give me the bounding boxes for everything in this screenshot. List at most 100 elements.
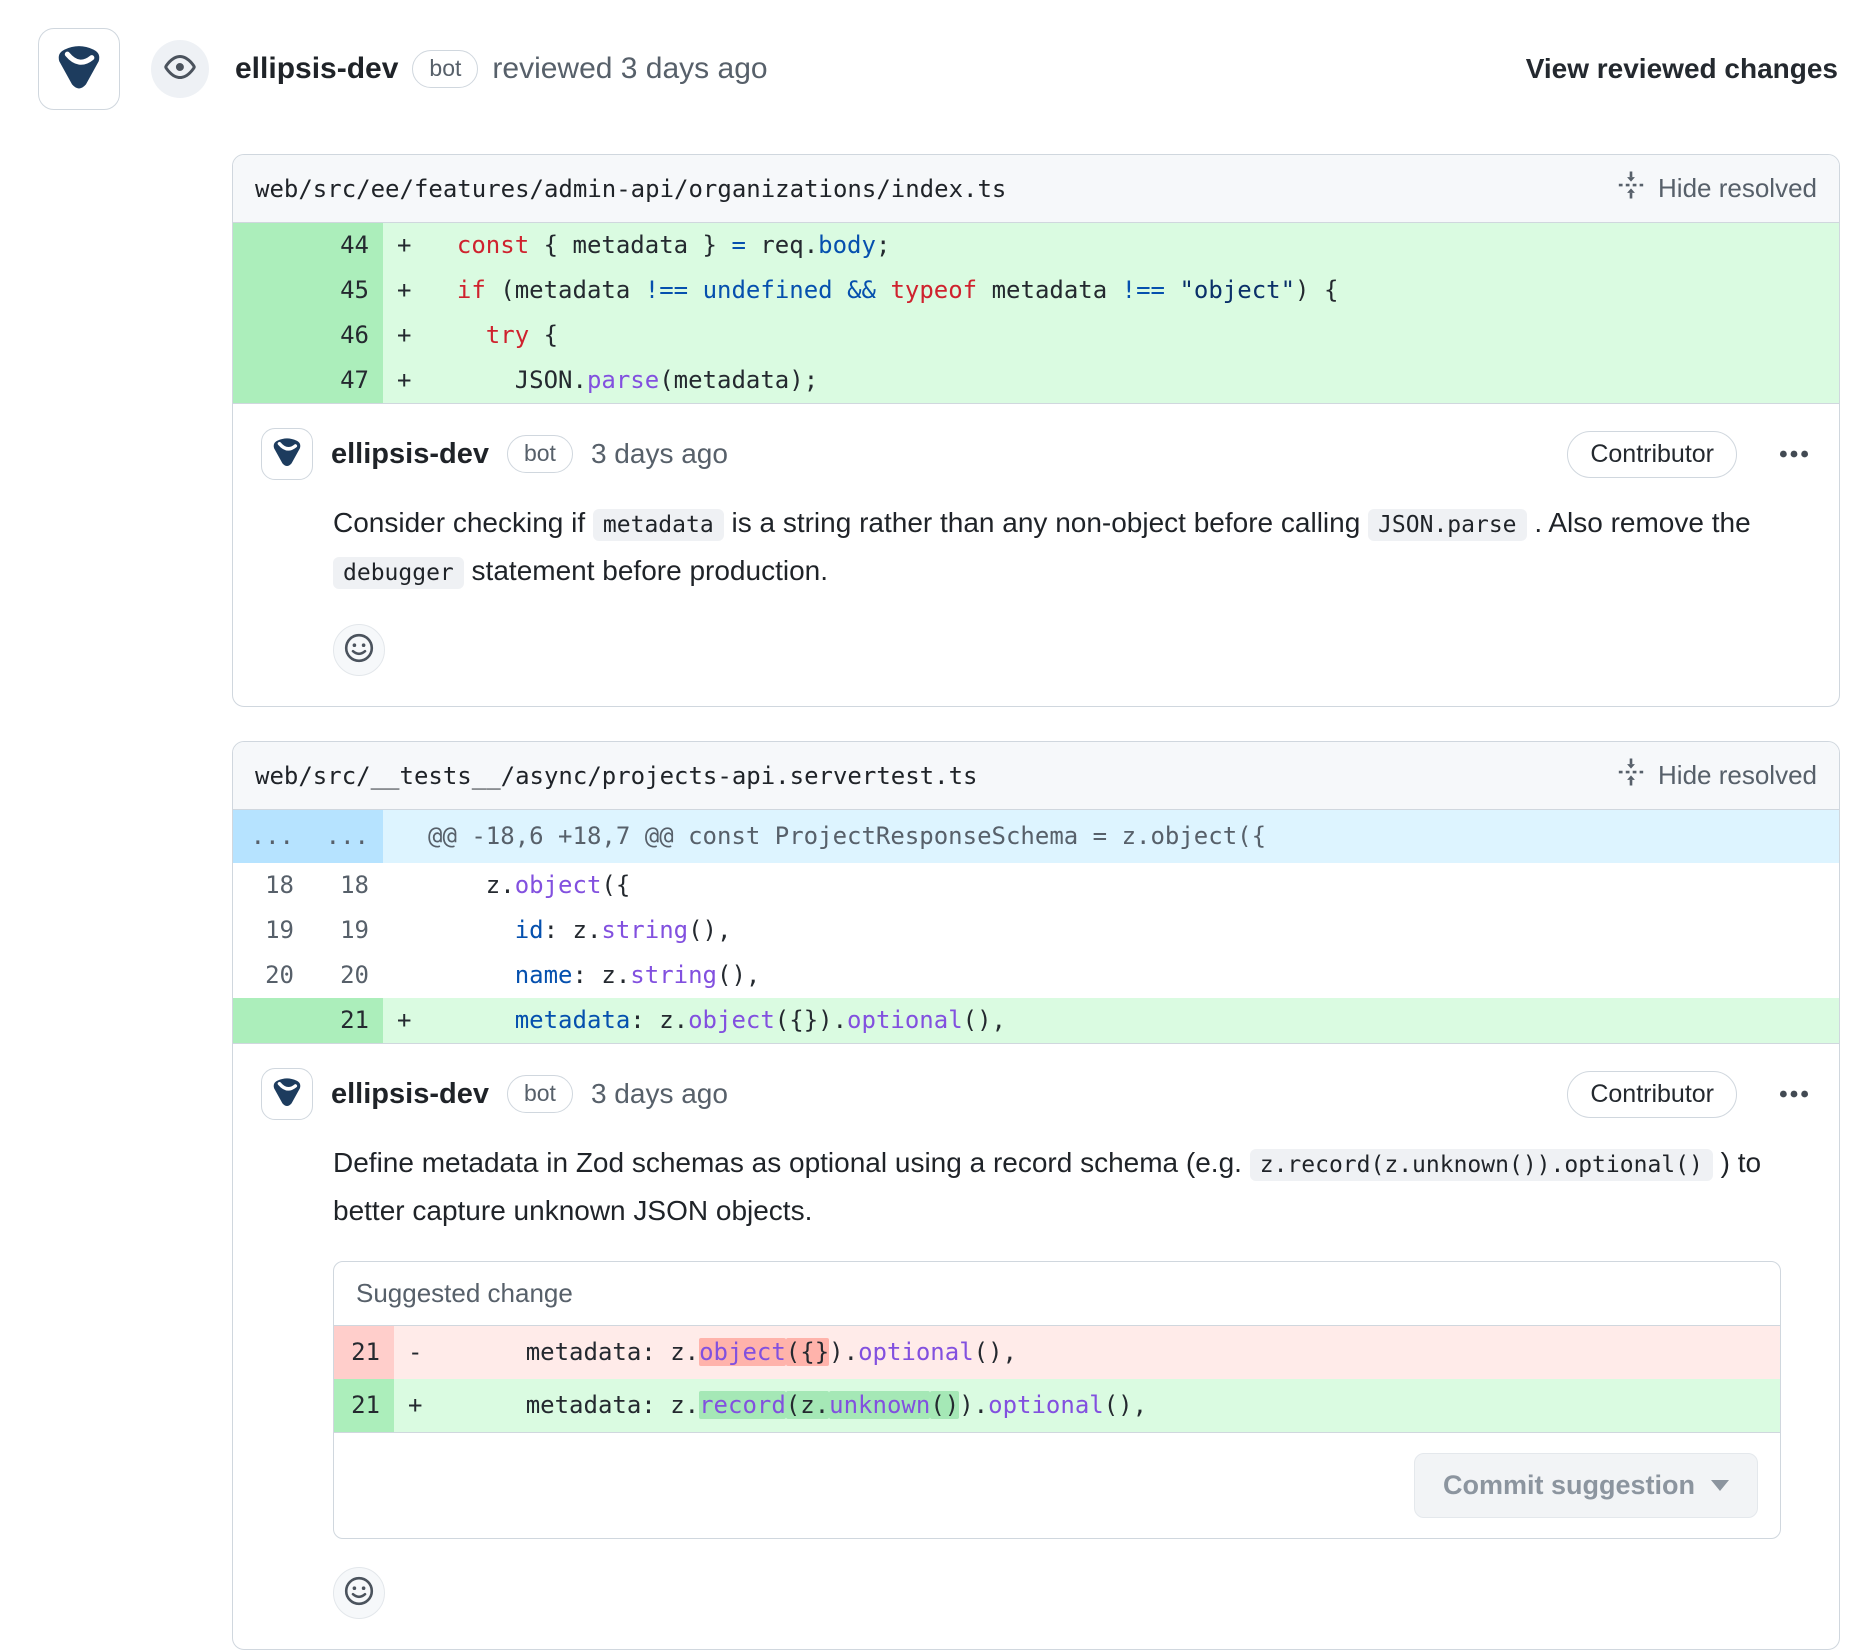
new-line-number: 44 <box>308 223 383 268</box>
ellipsis-logo-icon <box>268 1073 306 1116</box>
review-comment-card: web/src/__tests__/async/projects-api.ser… <box>232 741 1840 1650</box>
new-line-number: 21 <box>308 998 383 1043</box>
old-line-number: 19 <box>233 908 308 953</box>
file-path-link[interactable]: web/src/__tests__/async/projects-api.ser… <box>255 762 977 790</box>
hunk-header-line: ... ... @@ -18,6 +18,7 @@ const ProjectR… <box>233 810 1839 863</box>
diff-line: 45 + if (metadata !== undefined && typeo… <box>233 268 1839 313</box>
suggested-change-block: Suggested change 21 - metadata: z.object… <box>333 1261 1781 1539</box>
code-line: name: z.string(), <box>428 953 1839 998</box>
avatar[interactable] <box>261 428 313 480</box>
code-line: z.object({ <box>428 863 1839 908</box>
suggestion-diff: 21 - metadata: z.object({}).optional(), … <box>334 1326 1780 1432</box>
suggestion-deleted-line: 21 - metadata: z.object({}).optional(), <box>334 1326 1780 1379</box>
avatar[interactable] <box>261 1068 313 1120</box>
diff-marker <box>383 863 428 908</box>
diff-marker <box>383 810 428 863</box>
diff-block: ... ... @@ -18,6 +18,7 @@ const ProjectR… <box>233 810 1839 1043</box>
line-number: 21 <box>334 1379 394 1432</box>
hide-resolved-label: Hide resolved <box>1658 760 1817 791</box>
add-reaction-button[interactable] <box>333 624 385 676</box>
old-line-number <box>233 223 308 268</box>
code-line: const { metadata } = req.body; <box>428 223 1839 268</box>
new-line-number: 47 <box>308 358 383 403</box>
avatar[interactable] <box>38 28 120 110</box>
comment-timestamp[interactable]: 3 days ago <box>591 1078 728 1110</box>
diff-marker: + <box>383 313 428 358</box>
contributor-badge: Contributor <box>1567 431 1737 478</box>
diff-marker: + <box>383 998 428 1043</box>
diff-marker: + <box>383 223 428 268</box>
review-comment-card: web/src/ee/features/admin-api/organizati… <box>232 154 1840 707</box>
review-header: ellipsis-dev bot reviewed 3 days ago Vie… <box>0 0 1858 110</box>
fold-icon <box>1616 757 1646 794</box>
commit-suggestion-label: Commit suggestion <box>1443 1470 1695 1501</box>
comment-author[interactable]: ellipsis-dev <box>331 1078 489 1111</box>
review-title: ellipsis-dev bot reviewed 3 days ago <box>235 50 768 88</box>
diff-line: 47 + JSON.parse(metadata); <box>233 358 1839 403</box>
file-header: web/src/ee/features/admin-api/organizati… <box>233 155 1839 223</box>
suggestion-footer: Commit suggestion <box>334 1432 1780 1538</box>
ellipsis-logo-icon <box>50 38 108 101</box>
diff-marker: - <box>394 1326 439 1379</box>
comment-body: Define metadata in Zod schemas as option… <box>333 1140 1811 1233</box>
bot-badge: bot <box>412 50 478 88</box>
diff-marker: + <box>383 268 428 313</box>
diff-line: 18 18 z.object({ <box>233 863 1839 908</box>
old-line-number <box>233 313 308 358</box>
comment-header: ellipsis-dev bot 3 days ago Contributor <box>261 428 1811 480</box>
old-line-number: ... <box>233 810 308 863</box>
code-line: try { <box>428 313 1839 358</box>
new-line-number: 18 <box>308 863 383 908</box>
diff-line: 21 + metadata: z.object({}).optional(), <box>233 998 1839 1043</box>
new-line-number: 46 <box>308 313 383 358</box>
fold-icon <box>1616 170 1646 207</box>
suggested-change-title: Suggested change <box>334 1262 1780 1326</box>
hide-resolved-button[interactable]: Hide resolved <box>1616 170 1817 207</box>
ellipsis-logo-icon <box>268 433 306 476</box>
diff-block: 44 + const { metadata } = req.body; 45 +… <box>233 223 1839 403</box>
contributor-badge: Contributor <box>1567 1071 1737 1118</box>
diff-marker <box>383 908 428 953</box>
suggestion-added-line: 21 + metadata: z.record(z.unknown()).opt… <box>334 1379 1780 1432</box>
new-line-number: 20 <box>308 953 383 998</box>
code-line: metadata: z.object({}).optional(), <box>439 1326 1780 1379</box>
smiley-icon <box>343 632 375 669</box>
hide-resolved-button[interactable]: Hide resolved <box>1616 757 1817 794</box>
hunk-header-text: @@ -18,6 +18,7 @@ const ProjectResponseS… <box>428 810 1839 863</box>
caret-down-icon <box>1711 1480 1729 1491</box>
comment-author[interactable]: ellipsis-dev <box>331 438 489 471</box>
kebab-menu-button[interactable] <box>1777 1077 1811 1111</box>
new-line-number: 19 <box>308 908 383 953</box>
old-line-number <box>233 358 308 403</box>
review-author[interactable]: ellipsis-dev <box>235 52 398 86</box>
commit-suggestion-button[interactable]: Commit suggestion <box>1414 1453 1758 1518</box>
diff-line: 46 + try { <box>233 313 1839 358</box>
eye-icon <box>164 51 196 88</box>
comment-body: Consider checking if metadata is a strin… <box>333 500 1811 596</box>
diff-line: 20 20 name: z.string(), <box>233 953 1839 998</box>
diff-marker: + <box>383 358 428 403</box>
smiley-icon <box>343 1575 375 1612</box>
comment: ellipsis-dev bot 3 days ago Contributor … <box>233 1043 1839 1649</box>
code-line: JSON.parse(metadata); <box>428 358 1839 403</box>
old-line-number: 20 <box>233 953 308 998</box>
diff-marker <box>383 953 428 998</box>
comment-header: ellipsis-dev bot 3 days ago Contributor <box>261 1068 1811 1120</box>
review-eye-badge <box>151 40 209 98</box>
code-line: id: z.string(), <box>428 908 1839 953</box>
code-line: if (metadata !== undefined && typeof met… <box>428 268 1839 313</box>
line-number: 21 <box>334 1326 394 1379</box>
old-line-number <box>233 998 308 1043</box>
kebab-menu-button[interactable] <box>1777 437 1811 471</box>
view-reviewed-changes-link[interactable]: View reviewed changes <box>1526 53 1838 85</box>
file-header: web/src/__tests__/async/projects-api.ser… <box>233 742 1839 810</box>
new-line-number: ... <box>308 810 383 863</box>
diff-marker: + <box>394 1379 439 1432</box>
file-path-link[interactable]: web/src/ee/features/admin-api/organizati… <box>255 175 1006 203</box>
review-action-text: reviewed 3 days ago <box>492 52 767 86</box>
bot-badge: bot <box>507 435 573 473</box>
diff-line: 19 19 id: z.string(), <box>233 908 1839 953</box>
add-reaction-button[interactable] <box>333 1567 385 1619</box>
diff-line: 44 + const { metadata } = req.body; <box>233 223 1839 268</box>
comment-timestamp[interactable]: 3 days ago <box>591 438 728 470</box>
